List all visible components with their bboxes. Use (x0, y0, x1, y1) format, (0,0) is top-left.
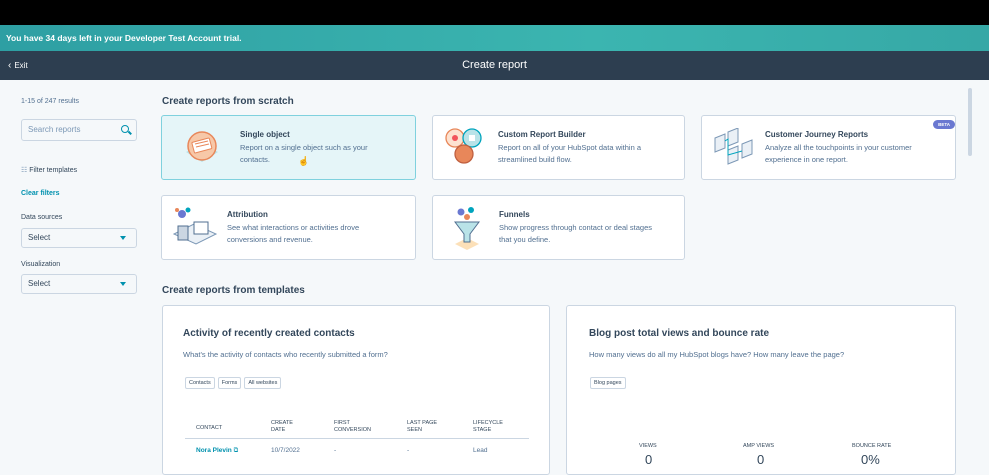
card-title: Single object (240, 130, 290, 139)
card-desc-line1: Report on a single object such as your (240, 143, 368, 152)
scratch-heading: Create reports from scratch (162, 96, 294, 107)
card-title: Customer Journey Reports (765, 130, 869, 139)
screen-top-bar (0, 0, 989, 25)
stat-value-amp-views: 0 (757, 452, 765, 467)
header-bar: ‹ Exit Create report (0, 51, 989, 80)
search-icon[interactable] (121, 125, 129, 133)
card-desc-line2: contacts. (240, 155, 271, 164)
stat-label-amp-views: AMP VIEWS (743, 443, 775, 449)
table-row: Nora Plevin ⧉ (196, 447, 238, 455)
tag-forms[interactable]: Forms (217, 377, 242, 389)
attribution-card[interactable]: Attribution See what interactions or act… (161, 195, 416, 260)
filter-icon: ☷ (21, 167, 30, 174)
table-divider (185, 438, 529, 439)
data-sources-select[interactable]: Select (21, 228, 137, 248)
stat-label-views: VIEWS (639, 443, 657, 449)
results-count: 1-15 of 247 results (21, 98, 79, 105)
chevron-left-icon: ‹ (8, 60, 12, 71)
stat-label-bounce-rate: BOUNCE RATE (852, 443, 892, 449)
templates-heading: Create reports from templates (162, 285, 305, 296)
scrollbar[interactable] (968, 88, 972, 156)
tag-contacts[interactable]: Contacts (185, 377, 215, 389)
page-title: Create report (462, 59, 527, 71)
card-desc-line2: conversions and revenue. (227, 235, 313, 244)
column-header-contact: CONTACT (196, 425, 223, 431)
caret-down-icon (120, 236, 126, 240)
clear-filters-link[interactable]: Clear filters (21, 190, 60, 197)
trial-banner: You have 34 days left in your Developer … (0, 25, 989, 51)
filter-templates-label: Filter templates (29, 167, 78, 174)
data-sources-value: Select (28, 233, 51, 242)
template-tags: Contacts Forms All websites (185, 371, 284, 389)
card-title: Custom Report Builder (498, 130, 586, 139)
exit-label: Exit (14, 61, 28, 70)
card-desc-line1: See what interactions or activities drov… (227, 223, 360, 232)
template-title: Blog post total views and bounce rate (589, 328, 770, 339)
funnels-card[interactable]: Funnels Show progress through contact or… (432, 195, 685, 260)
customer-journey-icon (714, 128, 753, 165)
column-header-lifecycle-stage: LIFECYCLE STAGE (473, 420, 503, 433)
card-desc-line2: streamlined build flow. (498, 155, 572, 164)
tag-blog-pages[interactable]: Blog pages (590, 377, 626, 389)
beta-badge: BETA (933, 120, 955, 129)
custom-report-builder-card[interactable]: Custom Report Builder Report on all of y… (432, 115, 685, 180)
card-desc-line1: Analyze all the touchpoints in your cust… (765, 143, 912, 152)
filter-sidebar: 1-15 of 247 results Search reports ☷ Fil… (0, 80, 150, 461)
card-desc-line1: Report on all of your HubSpot data withi… (498, 143, 642, 152)
template-desc: How many views do all my HubSpot blogs h… (589, 350, 845, 359)
card-desc-line2: that you define. (499, 235, 551, 244)
single-object-card[interactable]: Single object Report on a single object … (161, 115, 416, 180)
custom-report-builder-icon (445, 128, 482, 164)
cursor-icon: ☝ (298, 156, 310, 166)
cell-first-conversion: - (334, 447, 337, 454)
template-tags: Blog pages (590, 371, 629, 389)
column-header-last-page-seen: LAST PAGE SEEN (407, 420, 438, 433)
funnels-icon (454, 207, 480, 250)
tag-all-websites[interactable]: All websites (244, 377, 282, 389)
visualization-label: Visualization (21, 261, 61, 268)
column-header-first-conversion: FIRST CONVERSION (334, 420, 371, 433)
contact-link[interactable]: Nora Plevin (196, 447, 232, 454)
caret-down-icon (120, 282, 126, 286)
template-title: Activity of recently created contacts (183, 328, 355, 339)
exit-button[interactable]: ‹ Exit (8, 51, 28, 80)
filter-templates-toggle[interactable]: ☷ Filter templates (21, 166, 77, 174)
card-desc-line2: experience in one report. (765, 155, 848, 164)
template-desc: What's the activity of contacts who rece… (183, 350, 388, 359)
cell-last-page: - (407, 447, 410, 454)
search-placeholder: Search reports (28, 125, 81, 134)
search-input[interactable]: Search reports (21, 119, 137, 141)
stat-value-views: 0 (645, 452, 653, 467)
single-object-icon (186, 131, 218, 162)
template-card-contacts-activity[interactable]: Activity of recently created contacts Wh… (162, 305, 550, 475)
data-sources-label: Data sources (21, 214, 63, 221)
customer-journey-card[interactable]: BETA Customer Journey Reports Analyze al… (701, 115, 956, 180)
stat-value-bounce-rate: 0% (861, 452, 880, 467)
card-desc-line1: Show progress through contact or deal st… (499, 223, 653, 232)
visualization-value: Select (28, 279, 51, 288)
card-title: Attribution (227, 210, 268, 219)
column-header-create-date: CREATE DATE (271, 420, 293, 433)
cell-create-date: 10/7/2022 (271, 447, 300, 454)
template-card-blog-views[interactable]: Blog post total views and bounce rate Ho… (566, 305, 956, 475)
card-title: Funnels (499, 210, 530, 219)
visualization-select[interactable]: Select (21, 274, 137, 294)
cell-lifecycle-stage: Lead (473, 447, 488, 454)
attribution-icon (172, 207, 218, 245)
external-link-icon[interactable]: ⧉ (232, 447, 239, 454)
